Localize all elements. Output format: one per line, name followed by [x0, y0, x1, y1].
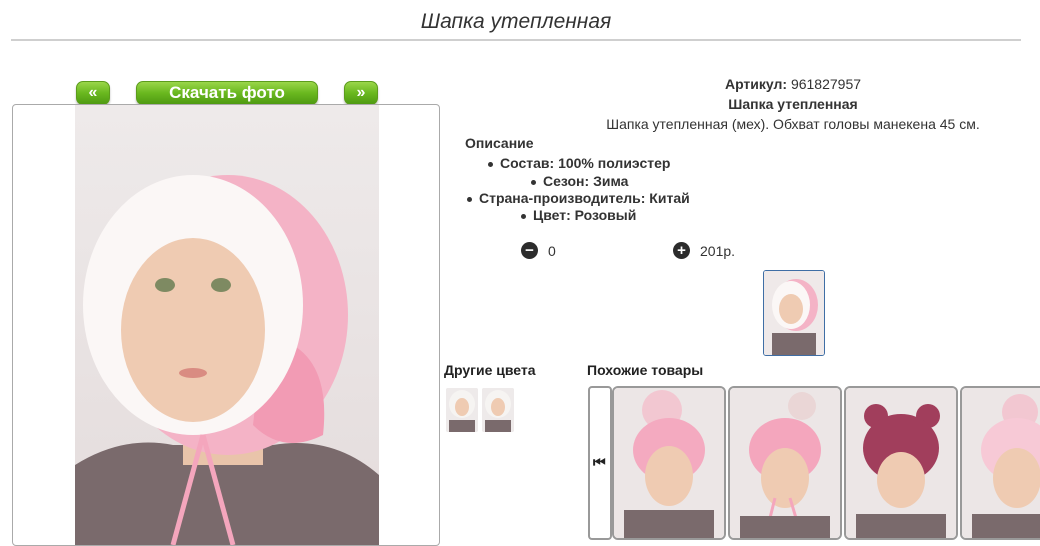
similar-product-card[interactable]	[728, 386, 842, 540]
description-heading: Описание	[465, 135, 534, 151]
plus-icon[interactable]: +	[673, 242, 690, 259]
article-value: 961827957	[790, 76, 862, 92]
similar-product-card[interactable]	[960, 386, 1040, 540]
skip-back-icon: ⏮	[593, 454, 606, 470]
product-description: Шапка утепленная (мех). Обхват головы ма…	[606, 116, 980, 132]
main-product-photo[interactable]	[12, 104, 440, 546]
price-value: 201р.	[700, 243, 736, 259]
download-photo-button[interactable]: Скачать фото	[136, 81, 318, 105]
article-label: Артикул:	[724, 76, 788, 92]
property-item: Состав: 100% полиэстер	[488, 155, 670, 171]
bullet-icon	[521, 213, 526, 219]
color-variant-thumbnail[interactable]	[446, 388, 478, 432]
bullet-icon	[467, 196, 472, 202]
other-colors-heading: Другие цвета	[444, 362, 536, 378]
similar-product-card[interactable]	[844, 386, 958, 540]
article-line: Артикул: 961827957	[440, 76, 1040, 92]
similar-products-heading: Похожие товары	[587, 362, 704, 378]
title-divider	[11, 39, 1021, 41]
minus-icon[interactable]: −	[521, 242, 538, 259]
color-variant-thumbnail[interactable]	[482, 388, 514, 432]
quantity-value: 0	[548, 243, 556, 259]
page-title: Шапка утепленная	[420, 10, 612, 33]
next-photo-button[interactable]: »	[344, 81, 378, 105]
product-photo-illustration	[75, 175, 379, 545]
bullet-icon	[531, 179, 536, 185]
thumbnail-image	[764, 271, 824, 355]
property-item: Страна-производитель: Китай	[467, 190, 690, 206]
property-item: Сезон: Зима	[531, 173, 628, 189]
carousel-left-button[interactable]: ⏮	[588, 386, 612, 540]
prev-photo-button[interactable]: «	[76, 81, 110, 105]
photo-thumbnail[interactable]	[763, 270, 825, 356]
similar-product-card[interactable]	[612, 386, 726, 540]
property-item: Цвет: Розовый	[521, 207, 636, 223]
bullet-icon	[488, 161, 493, 167]
product-name: Шапка утепленная	[728, 96, 858, 112]
